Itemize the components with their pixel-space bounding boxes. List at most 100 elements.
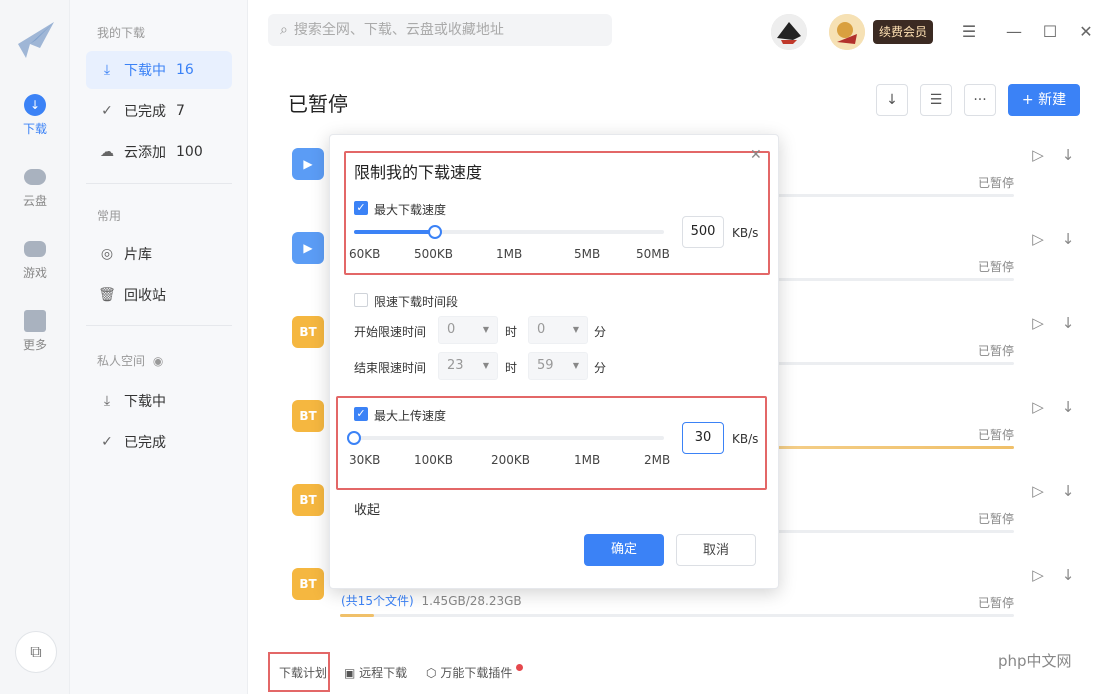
- max-upload-checkbox[interactable]: ✓: [354, 407, 368, 421]
- rail-label-game: 游戏: [22, 266, 47, 280]
- caret-down-icon: ▼: [572, 361, 579, 370]
- max-download-checkbox[interactable]: ✓: [354, 201, 368, 215]
- start-hour-select[interactable]: 0 ▼: [438, 316, 498, 344]
- rail-item-cloud[interactable]: 云盘: [0, 166, 70, 209]
- start-all-button[interactable]: ↓: [876, 84, 908, 116]
- task-status: 已暂停: [977, 176, 1014, 190]
- locked-check-icon: ✓: [101, 434, 113, 450]
- vip-renew-button[interactable]: 续费会员: [873, 20, 933, 44]
- more-button[interactable]: ···: [964, 84, 996, 116]
- download-plugin-button[interactable]: ⬡ 万能下载插件: [426, 664, 524, 681]
- menu-button[interactable]: ☰: [955, 18, 983, 46]
- upload-slider-track[interactable]: [354, 436, 664, 440]
- download-slider-track[interactable]: [354, 230, 664, 234]
- search-icon: ⌕: [280, 22, 288, 38]
- cloud-icon: [24, 169, 46, 185]
- download-icon[interactable]: ↓: [1056, 482, 1080, 500]
- ok-button[interactable]: 确定: [584, 534, 664, 566]
- caret-down-icon: ▼: [572, 325, 579, 334]
- new-task-label: 新建: [1038, 92, 1067, 108]
- sidebar-label-private-completed: 已完成: [124, 435, 166, 451]
- end-hour-select[interactable]: 23 ▼: [438, 352, 498, 380]
- task-actions: ▷ ↓: [1026, 566, 1086, 584]
- download-icon[interactable]: ↓: [1056, 566, 1080, 584]
- download-arrow-icon: ↓: [886, 92, 898, 108]
- divider: [86, 183, 232, 184]
- section-common: 常用: [97, 209, 122, 223]
- play-icon[interactable]: ▷: [1026, 482, 1050, 500]
- task-status: 已暂停: [977, 428, 1014, 442]
- play-icon[interactable]: ▷: [1026, 230, 1050, 248]
- rail-item-game[interactable]: 游戏: [0, 238, 70, 281]
- close-button[interactable]: ✕: [1072, 18, 1100, 46]
- sidebar-item-private-completed[interactable]: ✓ 已完成: [86, 423, 232, 461]
- play-icon[interactable]: ▷: [1026, 314, 1050, 332]
- download-icon: ↓: [24, 94, 46, 116]
- task-status: 已暂停: [977, 260, 1014, 274]
- sidebar-count-completed: 7: [176, 103, 185, 119]
- search-input[interactable]: [293, 22, 594, 38]
- download-speed-input[interactable]: 500: [682, 216, 724, 248]
- play-icon[interactable]: ▷: [1026, 146, 1050, 164]
- dialog-close-button[interactable]: ✕: [750, 147, 762, 163]
- start-minute-select[interactable]: 0 ▼: [528, 316, 588, 344]
- cloud-upload-icon: ☁: [100, 144, 114, 160]
- notification-dot: [516, 664, 524, 671]
- play-icon[interactable]: ▷: [1026, 398, 1050, 416]
- upload-tick: 30KB: [349, 453, 381, 467]
- upload-tick: 200KB: [491, 453, 531, 467]
- download-tick: 500KB: [414, 247, 454, 261]
- upload-tick: 2MB: [644, 453, 671, 467]
- limit-period-checkbox[interactable]: [354, 293, 368, 307]
- max-upload-label: 最大上传速度: [374, 409, 447, 423]
- download-slider-handle[interactable]: [427, 225, 442, 239]
- trash-icon: 🗑: [98, 287, 116, 303]
- hour-unit: 时: [505, 325, 518, 339]
- minimize-button[interactable]: —: [1000, 18, 1028, 46]
- sort-button[interactable]: ☰: [920, 84, 952, 116]
- sidebar-item-recycle[interactable]: 🗑 回收站: [86, 276, 232, 314]
- video-file-icon: ▶: [292, 148, 324, 180]
- sidebar-item-completed[interactable]: ✓ 已完成 7: [86, 92, 232, 130]
- task-file-count[interactable]: (共15个文件): [341, 594, 414, 608]
- task-actions: ▷ ↓: [1026, 146, 1086, 164]
- rail-item-more[interactable]: 更多: [0, 310, 70, 353]
- new-task-button[interactable]: + 新建: [1008, 84, 1080, 116]
- task-meta: (共15个文件) 1.45GB/28.23GB: [341, 592, 522, 609]
- download-icon[interactable]: ↓: [1056, 230, 1080, 248]
- cancel-button[interactable]: 取消: [676, 534, 756, 566]
- download-icon[interactable]: ↓: [1056, 398, 1080, 416]
- upload-tick: 1MB: [574, 453, 601, 467]
- collapse-link[interactable]: 收起: [354, 499, 380, 518]
- rail-item-download[interactable]: ↓ 下载: [0, 94, 70, 137]
- sidebar-item-library[interactable]: ◎ 片库: [86, 235, 232, 273]
- rail-label-cloud: 云盘: [22, 194, 47, 208]
- eye-icon[interactable]: ◉: [153, 354, 163, 368]
- download-schedule-button[interactable]: 下载计划: [279, 664, 327, 681]
- device-button[interactable]: ⧉: [15, 631, 57, 673]
- section-private: 私人空间 ◉: [97, 352, 163, 369]
- end-hour-value: 23: [447, 358, 464, 373]
- remote-download-label: 远程下载: [359, 666, 408, 680]
- remote-download-button[interactable]: ▣ 远程下载: [344, 664, 407, 681]
- download-icon[interactable]: ↓: [1056, 146, 1080, 164]
- user-avatar[interactable]: [829, 14, 865, 50]
- profile-avatar[interactable]: [771, 14, 807, 50]
- play-icon[interactable]: ▷: [1026, 566, 1050, 584]
- download-icon[interactable]: ↓: [1056, 314, 1080, 332]
- end-minute-select[interactable]: 59 ▼: [528, 352, 588, 380]
- sidebar: 我的下载 ⤓ 下载中 16 ✓ 已完成 7 ☁ 云添加 100 常用 ◎ 片库 …: [70, 0, 248, 694]
- sidebar-item-cloud-add[interactable]: ☁ 云添加 100: [86, 133, 232, 171]
- upload-speed-input[interactable]: 30: [682, 422, 724, 454]
- download-tick: 60KB: [349, 247, 381, 261]
- cube-icon: ⬡: [426, 666, 437, 680]
- start-hour-value: 0: [447, 322, 456, 337]
- check-icon: ✓: [356, 407, 366, 420]
- upload-tick: 100KB: [414, 453, 454, 467]
- task-actions: ▷ ↓: [1026, 230, 1086, 248]
- upload-slider-handle[interactable]: [347, 431, 361, 445]
- sidebar-item-private-downloading[interactable]: ⤓ 下载中: [86, 382, 232, 420]
- maximize-button[interactable]: ☐: [1036, 18, 1064, 46]
- search-bar[interactable]: ⌕: [268, 14, 612, 46]
- sidebar-item-downloading[interactable]: ⤓ 下载中 16: [86, 51, 232, 89]
